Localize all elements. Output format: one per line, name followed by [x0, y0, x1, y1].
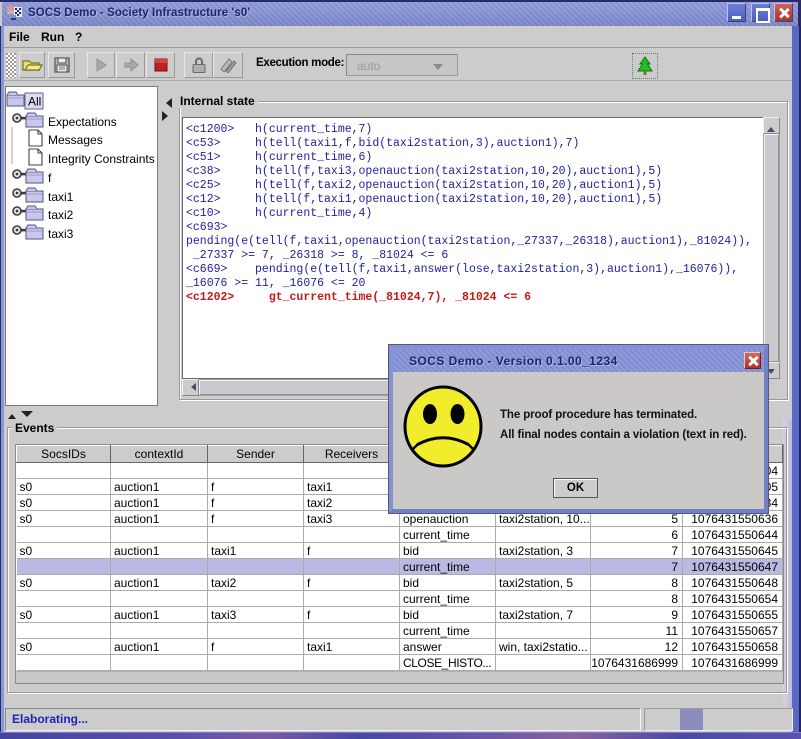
svg-text:f: f	[48, 171, 52, 185]
svg-text:Expectations: Expectations	[48, 115, 117, 129]
svg-text:taxi3: taxi3	[48, 227, 74, 241]
svg-text:taxi1: taxi1	[48, 190, 74, 204]
svg-text:taxi2: taxi2	[48, 208, 74, 222]
svg-text:All: All	[28, 95, 41, 109]
svg-text:Integrity Constraints: Integrity Constraints	[48, 152, 155, 166]
svg-text:Messages: Messages	[48, 133, 103, 147]
